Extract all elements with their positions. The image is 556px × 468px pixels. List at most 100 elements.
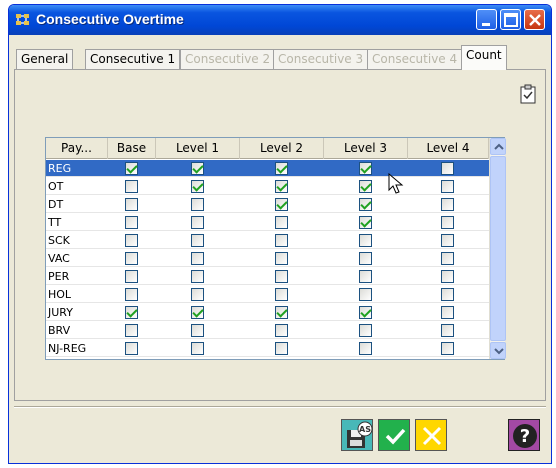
consecutive-overtime-window: Consecutive Overtime General Consecutive… xyxy=(8,4,552,464)
level-checkbox[interactable] xyxy=(275,162,288,175)
level-checkbox[interactable] xyxy=(441,252,454,265)
level-checkbox[interactable] xyxy=(125,198,138,211)
level-checkbox[interactable] xyxy=(191,198,204,211)
level-checkbox[interactable] xyxy=(275,198,288,211)
level-checkbox[interactable] xyxy=(191,288,204,301)
maximize-button[interactable] xyxy=(500,9,521,30)
level-checkbox[interactable] xyxy=(275,216,288,229)
cancel-button[interactable] xyxy=(415,419,447,451)
table-row[interactable]: REG xyxy=(46,160,489,177)
level-checkbox[interactable] xyxy=(191,216,204,229)
level-checkbox[interactable] xyxy=(441,288,454,301)
table-row[interactable]: PER xyxy=(46,268,489,285)
level-checkbox[interactable] xyxy=(441,306,454,319)
footer-divider xyxy=(14,406,546,408)
close-button[interactable] xyxy=(524,9,545,30)
column-header-pay[interactable]: Pay... xyxy=(46,138,108,159)
table-row[interactable]: OT xyxy=(46,178,489,195)
level-checkbox[interactable] xyxy=(191,234,204,247)
level-checkbox[interactable] xyxy=(441,180,454,193)
level-checkbox[interactable] xyxy=(359,198,372,211)
pay-code-cell: NJ-REG xyxy=(48,342,87,355)
scrollbar-thumb[interactable] xyxy=(490,156,506,341)
table-row[interactable]: VAC xyxy=(46,250,489,267)
level-checkbox[interactable] xyxy=(125,252,138,265)
maximize-icon xyxy=(504,13,518,27)
level-checkbox[interactable] xyxy=(191,162,204,175)
level-checkbox[interactable] xyxy=(359,234,372,247)
pay-code-cell: DT xyxy=(48,198,64,211)
table-row[interactable]: NJ-REG xyxy=(46,340,489,357)
level-checkbox[interactable] xyxy=(125,270,138,283)
scroll-up-button[interactable] xyxy=(490,138,506,155)
level-checkbox[interactable] xyxy=(191,306,204,319)
column-header-level-1[interactable]: Level 1 xyxy=(156,138,240,159)
column-header-base[interactable]: Base xyxy=(108,138,156,159)
level-checkbox[interactable] xyxy=(275,288,288,301)
level-checkbox[interactable] xyxy=(441,162,454,175)
level-checkbox[interactable] xyxy=(359,342,372,355)
level-checkbox[interactable] xyxy=(191,342,204,355)
save-as-icon: AS xyxy=(347,421,373,448)
table-row[interactable]: JURY xyxy=(46,304,489,321)
level-checkbox[interactable] xyxy=(275,180,288,193)
minimize-button[interactable] xyxy=(476,9,497,30)
tab-general[interactable]: General xyxy=(16,49,74,69)
level-checkbox[interactable] xyxy=(441,342,454,355)
level-checkbox[interactable] xyxy=(275,252,288,265)
level-checkbox[interactable] xyxy=(275,234,288,247)
pay-code-cell: PER xyxy=(48,270,70,283)
level-checkbox[interactable] xyxy=(191,252,204,265)
level-checkbox[interactable] xyxy=(125,324,138,337)
svg-text:?: ? xyxy=(520,426,530,447)
level-checkbox[interactable] xyxy=(125,180,138,193)
level-checkbox[interactable] xyxy=(275,342,288,355)
table-row[interactable]: SCK xyxy=(46,232,489,249)
level-checkbox[interactable] xyxy=(125,216,138,229)
level-checkbox[interactable] xyxy=(359,162,372,175)
level-checkbox[interactable] xyxy=(125,288,138,301)
column-header-level-3[interactable]: Level 3 xyxy=(324,138,408,159)
table-row[interactable]: HOL xyxy=(46,286,489,303)
level-checkbox[interactable] xyxy=(359,180,372,193)
level-checkbox[interactable] xyxy=(125,342,138,355)
column-header-level-2[interactable]: Level 2 xyxy=(240,138,324,159)
tab-strip: General Consecutive 1 Consecutive 2 Cons… xyxy=(14,45,544,70)
level-checkbox[interactable] xyxy=(125,162,138,175)
help-button[interactable]: ? xyxy=(508,419,540,451)
level-checkbox[interactable] xyxy=(441,324,454,337)
tab-consecutive-1[interactable]: Consecutive 1 xyxy=(85,49,181,69)
level-checkbox[interactable] xyxy=(359,252,372,265)
column-header-level-4[interactable]: Level 4 xyxy=(408,138,489,159)
level-checkbox[interactable] xyxy=(441,198,454,211)
level-checkbox[interactable] xyxy=(275,306,288,319)
level-checkbox[interactable] xyxy=(191,324,204,337)
level-checkbox[interactable] xyxy=(191,180,204,193)
level-checkbox[interactable] xyxy=(359,216,372,229)
clipboard-check-icon[interactable] xyxy=(519,84,537,104)
level-checkbox[interactable] xyxy=(359,306,372,319)
level-checkbox[interactable] xyxy=(359,270,372,283)
level-checkbox[interactable] xyxy=(359,324,372,337)
level-checkbox[interactable] xyxy=(359,288,372,301)
level-checkbox[interactable] xyxy=(275,324,288,337)
level-checkbox[interactable] xyxy=(275,270,288,283)
x-icon xyxy=(422,426,442,446)
tab-count[interactable]: Count xyxy=(461,45,507,70)
level-checkbox[interactable] xyxy=(441,216,454,229)
level-checkbox[interactable] xyxy=(125,306,138,319)
table-row[interactable]: DT xyxy=(46,196,489,213)
scroll-down-button[interactable] xyxy=(490,342,506,359)
pay-levels-grid: Pay... Base Level 1 Level 2 Level 3 Leve… xyxy=(45,137,506,360)
title-bar[interactable]: Consecutive Overtime xyxy=(9,5,551,35)
vertical-scrollbar[interactable] xyxy=(489,138,506,359)
level-checkbox[interactable] xyxy=(441,270,454,283)
table-row[interactable]: BRV xyxy=(46,322,489,339)
ok-button[interactable] xyxy=(378,419,410,451)
level-checkbox[interactable] xyxy=(125,234,138,247)
pay-code-cell: BRV xyxy=(48,324,71,337)
table-row[interactable]: TT xyxy=(46,214,489,231)
level-checkbox[interactable] xyxy=(191,270,204,283)
level-checkbox[interactable] xyxy=(441,234,454,247)
save-as-button[interactable]: AS xyxy=(341,419,373,451)
